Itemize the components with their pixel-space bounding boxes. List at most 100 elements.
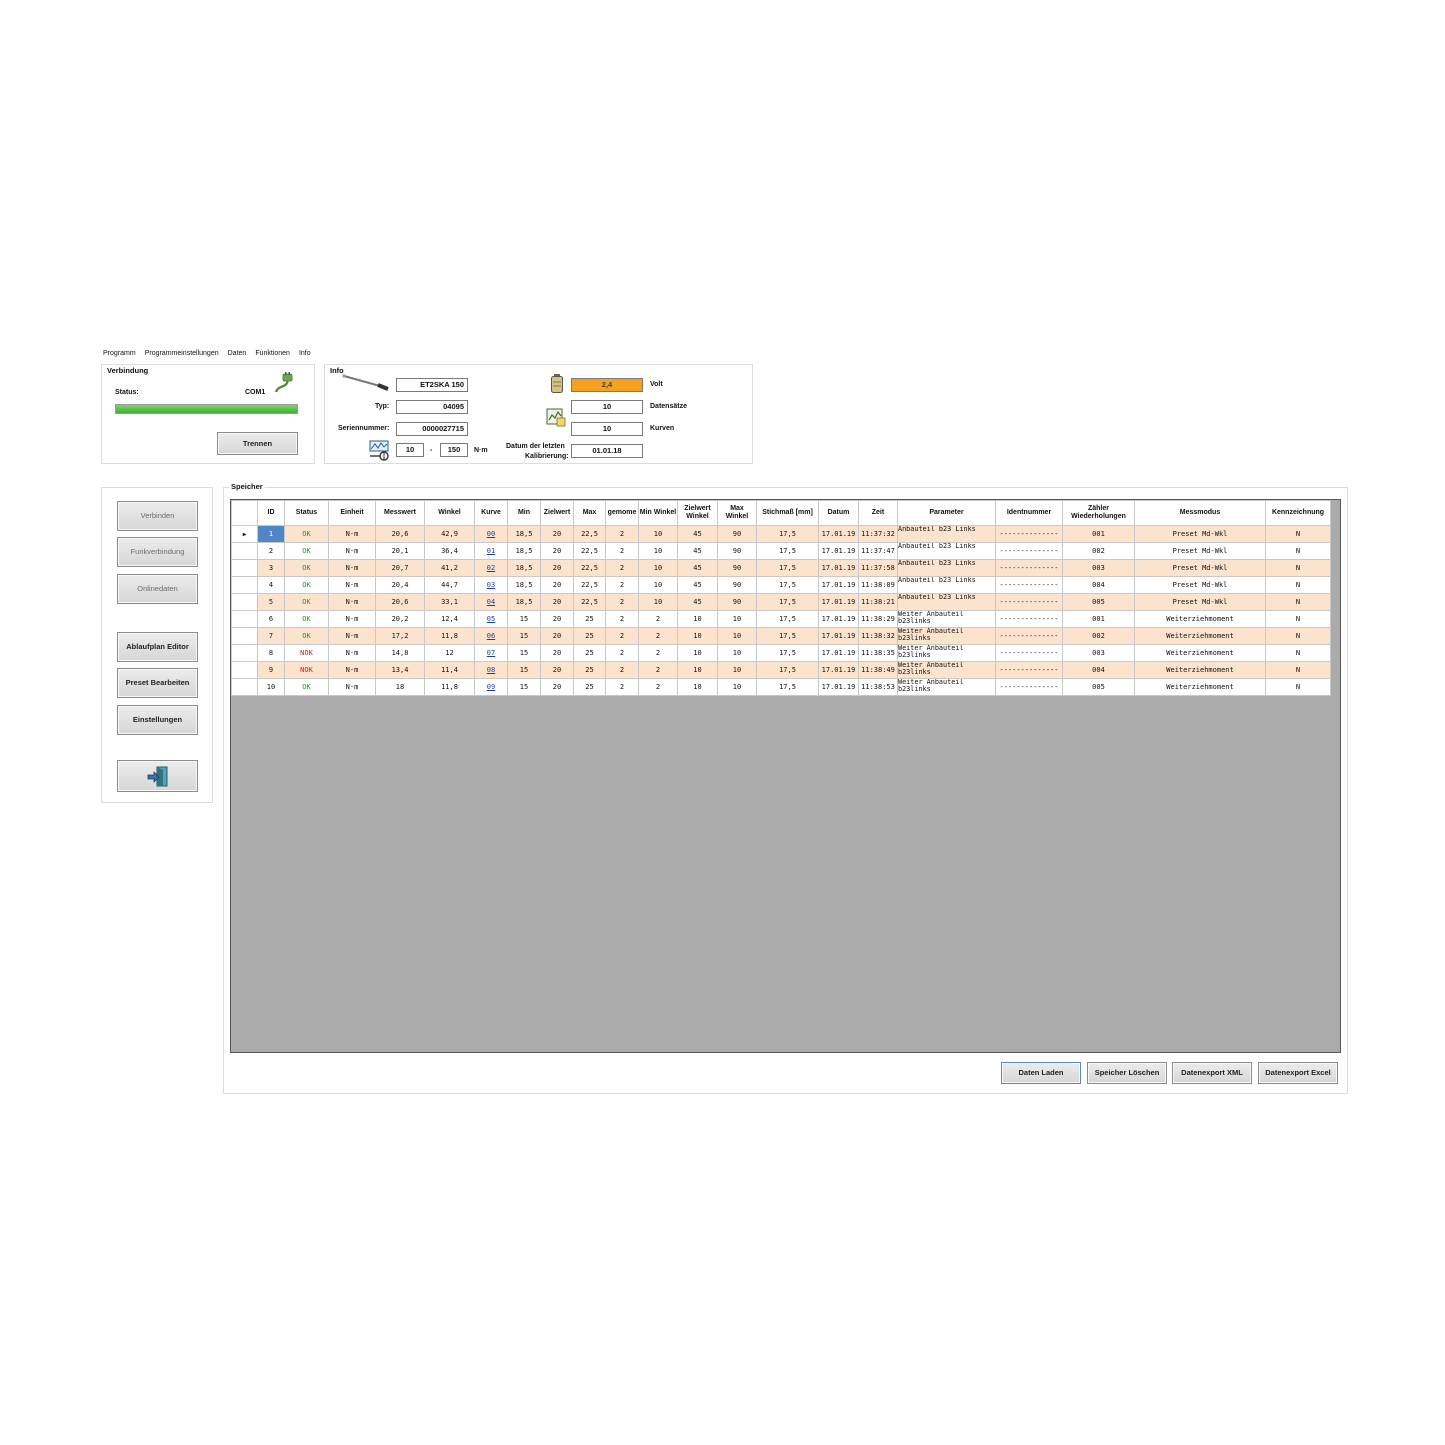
data-grid[interactable]: ID Status Einheit Messwert Winkel Kurve Min Zie… — [230, 499, 1341, 1053]
export-xml-button[interactable]: Datenexport XML — [1172, 1062, 1252, 1084]
table-row[interactable]: 8 NOK N·m 14,8 12 07 15 20 25 2 2 10 10 17,5 17.01.19 1… — [231, 644, 1331, 662]
curve-link[interactable]: 06 — [474, 627, 508, 645]
table-cell: 22,5 — [573, 525, 606, 543]
column-header[interactable]: Max Winkel — [717, 500, 757, 526]
status-label: Status: — [115, 389, 139, 396]
disconnect-button[interactable]: Trennen — [217, 432, 298, 455]
column-header[interactable]: Messwert — [375, 500, 425, 526]
table-row[interactable]: 10 OK N·m 18 11,8 09 15 20 25 2 2 10 10 17,5 17.01.19 1… — [231, 678, 1331, 696]
column-header[interactable]: Zielwert Winkel — [677, 500, 718, 526]
curve-link[interactable]: 08 — [474, 661, 508, 679]
table-cell: N — [1265, 559, 1331, 577]
range-icon — [368, 440, 392, 462]
row-selector[interactable] — [231, 593, 258, 611]
column-header[interactable]: Kennzeichnung — [1265, 500, 1331, 526]
table-cell: 13,4 — [375, 661, 425, 679]
table-cell: 11:38:53 — [858, 678, 898, 696]
column-header[interactable]: Min — [507, 500, 541, 526]
row-selector[interactable]: ▶ — [231, 525, 258, 543]
column-header[interactable]: Max — [573, 500, 606, 526]
table-cell: 2 — [605, 593, 639, 611]
curve-link[interactable]: 07 — [474, 644, 508, 662]
table-row[interactable]: 9 NOK N·m 13,4 11,4 08 15 20 25 2 2 10 10 17,5 17.01.1… — [231, 661, 1331, 679]
column-header[interactable]: Stichmaß [mm] — [756, 500, 819, 526]
curve-link[interactable]: 05 — [474, 610, 508, 628]
menu-funktionen[interactable]: Funktionen — [255, 350, 290, 362]
row-selector[interactable] — [231, 644, 258, 662]
column-header[interactable]: Parameter — [897, 500, 996, 526]
datasets-field: 10 — [571, 400, 643, 414]
table-row[interactable]: 4 OK N·m 20,4 44,7 03 18,5 20 22,5 2 10 45 90 17,5 17.… — [231, 576, 1331, 594]
column-header[interactable]: Messmodus — [1134, 500, 1266, 526]
table-cell: N — [1265, 627, 1331, 645]
column-header[interactable]: Zielwert — [540, 500, 574, 526]
table-cell: 005 — [1062, 593, 1135, 611]
curve-link[interactable]: 04 — [474, 593, 508, 611]
row-selector[interactable] — [231, 661, 258, 679]
row-selector[interactable] — [231, 559, 258, 577]
schedule-editor-button[interactable]: Ablaufplan Editor — [117, 632, 198, 662]
exit-button[interactable] — [117, 760, 198, 792]
clear-memory-button[interactable]: Speicher Löschen — [1087, 1062, 1167, 1084]
row-selector[interactable] — [231, 678, 258, 696]
table-cell: N·m — [328, 678, 376, 696]
table-cell: 10 — [677, 661, 718, 679]
menu-programmeinstellungen[interactable]: Programmeinstellungen — [145, 350, 219, 362]
curve-link[interactable]: 09 — [474, 678, 508, 696]
column-header[interactable] — [231, 500, 258, 526]
curve-link[interactable]: 03 — [474, 576, 508, 594]
settings-button[interactable]: Einstellungen — [117, 705, 198, 735]
row-selector[interactable] — [231, 542, 258, 560]
table-cell: N — [1265, 678, 1331, 696]
table-row[interactable]: 3 OK N·m 20,7 41,2 02 18,5 20 22,5 2 10 45 90 17,5 17.… — [231, 559, 1331, 577]
curve-link[interactable]: 00 — [474, 525, 508, 543]
export-excel-button[interactable]: Datenexport Excel — [1258, 1062, 1338, 1084]
table-cell: Preset Md-Wkl — [1134, 542, 1266, 560]
menu-info[interactable]: Info — [299, 350, 311, 362]
table-row[interactable]: 2 OK N·m 20,1 36,4 01 18,5 20 22,5 2 10 45 90 17,5 17.… — [231, 542, 1331, 560]
table-cell: 18,5 — [507, 576, 541, 594]
connect-button[interactable]: Verbinden — [117, 501, 198, 531]
table-cell: 18,5 — [507, 542, 541, 560]
table-cell: 10 — [677, 644, 718, 662]
row-selector[interactable] — [231, 610, 258, 628]
column-header[interactable]: Einheit — [328, 500, 376, 526]
table-cell: Weiter Anbauteil b23links — [897, 661, 996, 679]
table-cell: 2 — [605, 525, 639, 543]
table-cell: OK — [284, 678, 329, 696]
menu-daten[interactable]: Daten — [228, 350, 247, 362]
row-selector[interactable] — [231, 576, 258, 594]
datasets-label: Datensätze — [650, 403, 687, 410]
table-row[interactable]: 6 OK N·m 20,2 12,4 05 15 20 25 2 2 10 10 17,5 17.01.19… — [231, 610, 1331, 628]
column-header[interactable]: Min Winkel — [638, 500, 678, 526]
load-data-button[interactable]: Daten Laden — [1001, 1062, 1081, 1084]
column-header[interactable]: Status — [284, 500, 329, 526]
table-cell: Anbauteil b23 Links — [897, 593, 996, 611]
online-data-button[interactable]: Onlinedaten — [117, 574, 198, 604]
curve-link[interactable]: 02 — [474, 559, 508, 577]
column-header[interactable]: Winkel — [424, 500, 475, 526]
column-header[interactable]: Datum — [818, 500, 859, 526]
table-cell: 17,5 — [756, 644, 819, 662]
column-header[interactable]: gemome — [605, 500, 639, 526]
table-row[interactable]: 7 OK N·m 17,2 11,8 06 15 20 25 2 2 10 10 17,5 17.01.19… — [231, 627, 1331, 645]
volt-field: 2,4 — [571, 378, 643, 392]
column-header[interactable]: Kurve — [474, 500, 508, 526]
preset-edit-button[interactable]: Preset Bearbeiten — [117, 668, 198, 698]
table-cell: 17.01.19 — [818, 661, 859, 679]
table-cell: 2 — [605, 559, 639, 577]
table-row[interactable]: 5 OK N·m 20,6 33,1 04 18,5 20 22,5 2 10 45 90 17,5 17.… — [231, 593, 1331, 611]
radio-connection-button[interactable]: Funkverbindung — [117, 537, 198, 567]
row-selector[interactable] — [231, 627, 258, 645]
table-cell: Anbauteil b23 Links — [897, 559, 996, 577]
column-header[interactable]: ID — [257, 500, 285, 526]
curves-label: Kurven — [650, 425, 675, 432]
table-cell: OK — [284, 593, 329, 611]
table-row[interactable]: ▶ 1 OK N·m 20,6 42,9 00 18,5 20 22,5 2 10 45 90 17,5 17… — [231, 525, 1331, 543]
curve-link[interactable]: 01 — [474, 542, 508, 560]
column-header[interactable]: Zähler Wiederholungen — [1062, 500, 1135, 526]
column-header[interactable]: Zeit — [858, 500, 898, 526]
column-header[interactable]: Identnummer — [995, 500, 1063, 526]
table-cell: Weiterziehmoment — [1134, 678, 1266, 696]
menu-programm[interactable]: Programm — [103, 350, 136, 362]
